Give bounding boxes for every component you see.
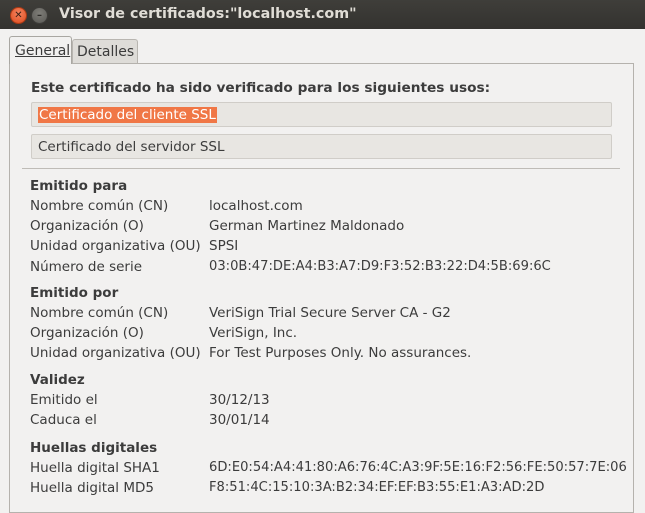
field-value: 03:0B:47:DE:A4:B3:A7:D9:F3:52:B3:22:D4:5… (209, 259, 551, 274)
usage-heading: Este certificado ha sido verificado para… (31, 80, 491, 96)
field-value: 30/01/14 (209, 412, 270, 428)
window-title: Visor de certificados:"localhost.com" (59, 6, 357, 22)
usage-item-label: Certificado del servidor SSL (38, 139, 225, 155)
field-value: For Test Purposes Only. No assurances. (209, 345, 472, 361)
field-label: Número de serie (30, 259, 143, 275)
window-titlebar: ✕ – Visor de certificados:"localhost.com… (0, 0, 645, 29)
field-label: Huella digital SHA1 (30, 460, 160, 476)
tab-bar: General Detalles (0, 29, 645, 64)
separator (22, 168, 620, 169)
field-value: SPSI (209, 238, 239, 254)
section-fingerprints: Huellas digitales (30, 440, 158, 456)
field-label: Nombre común (CN) (30, 305, 169, 321)
field-value: 6D:E0:54:A4:41:80:A6:76:4C:A3:9F:5E:16:F… (209, 460, 627, 475)
field-label: Organización (O) (30, 218, 144, 234)
close-icon: ✕ (14, 9, 23, 21)
tab-general[interactable]: General (9, 36, 72, 64)
tab-general-label: General (15, 43, 71, 59)
field-value: localhost.com (209, 198, 303, 214)
field-value: German Martinez Maldonado (209, 218, 405, 234)
field-label: Caduca el (30, 412, 97, 428)
close-window-button[interactable]: ✕ (10, 7, 27, 24)
field-label: Nombre común (CN) (30, 198, 169, 214)
tab-details-label: Detalles (77, 44, 135, 60)
field-label: Emitido el (30, 392, 98, 408)
tab-details[interactable]: Detalles (72, 39, 138, 63)
field-value: VeriSign, Inc. (209, 325, 298, 341)
section-issued-by: Emitido por (30, 285, 119, 301)
field-value: VeriSign Trial Secure Server CA - G2 (209, 305, 451, 321)
section-issued-to: Emitido para (30, 178, 128, 194)
section-validity: Validez (30, 372, 85, 388)
minimize-window-button[interactable]: – (31, 7, 48, 24)
usage-item-ssl-server[interactable]: Certificado del servidor SSL (31, 134, 612, 159)
field-label: Huella digital MD5 (30, 480, 154, 496)
field-value: F8:51:4C:15:10:3A:B2:34:EF:EF:B3:55:E1:A… (209, 480, 545, 495)
field-value: 30/12/13 (209, 392, 270, 408)
field-label: Unidad organizativa (OU) (30, 238, 201, 254)
usage-item-label: Certificado del cliente SSL (38, 107, 217, 123)
general-panel: Este certificado ha sido verificado para… (9, 63, 634, 513)
minimize-icon: – (37, 9, 42, 21)
usage-item-ssl-client[interactable]: Certificado del cliente SSL (31, 102, 612, 127)
field-label: Unidad organizativa (OU) (30, 345, 201, 361)
field-label: Organización (O) (30, 325, 144, 341)
